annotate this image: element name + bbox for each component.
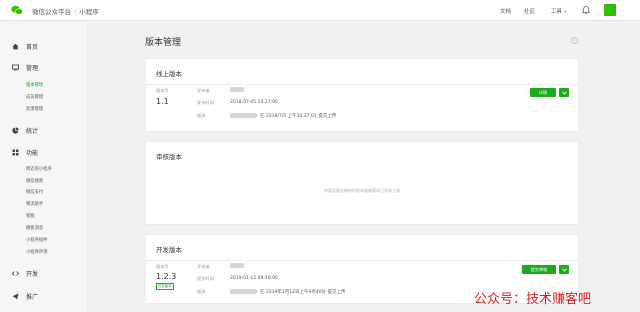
description-value: 在 2019年1月12日上午9点40分 提交上传: [260, 290, 346, 295]
divider: [146, 260, 578, 261]
brand-title: 微信公众平台 | 小程序: [32, 6, 99, 16]
sidebar-item-template-message[interactable]: 模板消息: [26, 225, 43, 231]
page-title: 版本管理: [145, 38, 182, 48]
community-link[interactable]: 社区: [524, 7, 535, 15]
sidebar-item-customer-service[interactable]: 客服: [26, 213, 35, 219]
chevron-down-icon: [561, 91, 567, 95]
sidebar-item-manage[interactable]: 管理: [12, 62, 38, 72]
sidebar-item-plugins[interactable]: 小程序插件: [26, 237, 47, 243]
sidebar-item-wechat-search[interactable]: 微信搜索: [26, 178, 43, 184]
product-name: 小程序: [79, 8, 99, 16]
online-dropdown-button[interactable]: [559, 88, 569, 97]
review-version-card: 审核版本 你暂无提交审核的版本或者版本已发布上线: [145, 141, 579, 225]
sidebar-item-feedback-management[interactable]: 反馈管理: [26, 106, 43, 112]
dev-version-title: 开发版本: [156, 246, 182, 254]
sidebar-item-label: 统计: [26, 127, 39, 135]
sidebar-item-dev[interactable]: 开发: [12, 268, 38, 278]
sidebar-item-label: 管理: [26, 64, 39, 72]
top-bar: 微信公众平台 | 小程序 文档 社区 工具 ∨: [0, 0, 640, 21]
redacted-developer: [230, 263, 244, 268]
sidebar-item-promo[interactable]: 推广: [12, 291, 38, 301]
online-version-title: 线上版本: [156, 70, 182, 78]
dev-version-badge: 开发版本: [156, 283, 174, 290]
sidebar: 首页 管理 版本管理 成员管理 反馈管理 统计 功能 附近的小程序 微信搜索 微…: [0, 22, 88, 312]
dev-version-number: 1.2.3: [156, 272, 177, 281]
paper-plane-icon: [12, 293, 19, 299]
submit-review-button[interactable]: 提交审核: [522, 265, 556, 274]
redacted-uploader: [230, 289, 257, 294]
sidebar-item-label: 开发: [26, 270, 39, 278]
publish-time-value: 2018-07-05 14:27:00: [230, 100, 278, 105]
code-icon: [12, 270, 19, 276]
sidebar-item-home[interactable]: 首页: [12, 41, 38, 51]
chevron-down-icon: ∨: [563, 9, 567, 14]
description-value: 在 2018/7/5 上午10:27:01 提交上传: [260, 114, 337, 119]
online-version-number: 1.1: [156, 97, 169, 106]
pie-chart-icon: [12, 126, 19, 134]
grid-icon: [12, 149, 19, 155]
publish-time-label: 发布时间: [197, 100, 214, 105]
description-label: 描述: [197, 289, 206, 294]
sidebar-item-version-management[interactable]: 版本管理: [26, 82, 43, 88]
redacted-uploader: [230, 113, 257, 118]
sidebar-item-member-management[interactable]: 成员管理: [26, 94, 43, 100]
avatar[interactable]: [604, 4, 616, 16]
sidebar-item-stats[interactable]: 统计: [12, 125, 38, 135]
review-empty-text: 你暂无提交审核的版本或者版本已发布上线: [324, 188, 400, 193]
sidebar-item-logistics[interactable]: 物流助手: [26, 201, 43, 207]
sidebar-item-nearby-miniprogram[interactable]: 附近的小程序: [26, 166, 52, 172]
chevron-down-icon: [561, 268, 567, 272]
sidebar-item-label: 推广: [26, 293, 39, 301]
publisher-label: 发布者: [197, 88, 210, 93]
developer-label: 开发者: [197, 264, 210, 269]
version-label: 版本号: [156, 88, 169, 93]
wechat-logo-icon[interactable]: [11, 5, 23, 16]
review-version-title: 审核版本: [156, 153, 182, 161]
dev-dropdown-button[interactable]: [559, 265, 569, 274]
divider: [146, 84, 578, 85]
sidebar-item-label: 首页: [26, 43, 39, 51]
sidebar-item-label: 功能: [26, 149, 39, 157]
sidebar-item-wechat-pay[interactable]: 微信支付: [26, 189, 43, 195]
redacted-publisher: [230, 87, 244, 92]
docs-link[interactable]: 文档: [500, 7, 511, 15]
detail-button[interactable]: 详情: [530, 88, 556, 97]
help-icon[interactable]: ?: [571, 37, 578, 44]
tools-label: 工具: [551, 9, 563, 15]
submit-time-label: 提交时间: [197, 276, 214, 281]
bell-icon[interactable]: [581, 5, 591, 15]
online-version-card: 线上版本 版本号 1.1 发布者 发布时间 2018-07-05 14:27:0…: [145, 58, 579, 132]
tools-menu[interactable]: 工具 ∨: [551, 7, 567, 15]
sidebar-item-evaluation[interactable]: 小程序评测: [26, 249, 47, 255]
monitor-icon: [12, 64, 19, 70]
home-icon: [12, 43, 19, 49]
brand-separator: |: [74, 8, 77, 16]
submit-time-value: 2019-01-12 09:40:00: [230, 276, 278, 281]
watermark-text: 公众号：技术赚客吧: [474, 292, 592, 307]
sidebar-item-features[interactable]: 功能: [12, 147, 38, 157]
description-label: 描述: [197, 113, 206, 118]
version-label: 版本号: [156, 264, 169, 269]
brand-name[interactable]: 微信公众平台: [32, 8, 71, 16]
